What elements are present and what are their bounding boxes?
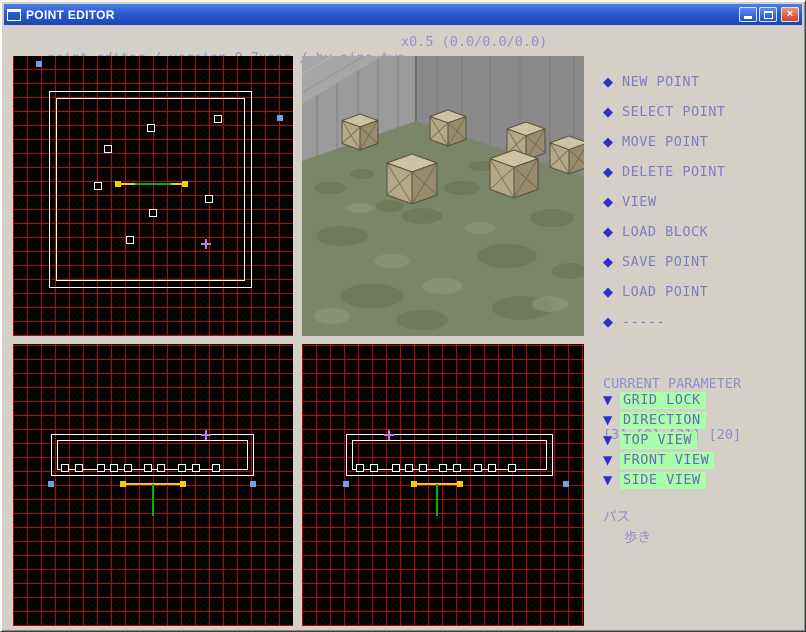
- 3d-view-canvas: [302, 56, 584, 336]
- menu-item-load-point[interactable]: ◆LOAD POINT: [603, 277, 726, 307]
- menu-item-delete-point[interactable]: ◆DELETE POINT: [603, 157, 726, 187]
- menu-item-label: VIEW: [622, 194, 657, 210]
- toggle-direction[interactable]: ▼DIRECTION: [603, 410, 714, 430]
- menu-item-label: DELETE POINT: [622, 164, 726, 180]
- window-controls: ×: [739, 7, 799, 22]
- diamond-icon: ◆: [603, 225, 622, 240]
- menu-item-label: SAVE POINT: [622, 254, 708, 270]
- menu-item-label: -----: [622, 314, 665, 330]
- titlebar[interactable]: POINT EDITOR ×: [4, 4, 802, 25]
- diamond-icon: ◆: [603, 135, 622, 150]
- close-button[interactable]: ×: [781, 7, 799, 22]
- menu-item-separator[interactable]: ◆-----: [603, 307, 726, 337]
- window-title: POINT EDITOR: [26, 8, 739, 22]
- menu-item-move-point[interactable]: ◆MOVE POINT: [603, 127, 726, 157]
- diamond-icon: ◆: [603, 285, 622, 300]
- camera-status-text: x0.5 (0.0/0.0/0.0): [401, 34, 547, 50]
- triangle-down-icon: ▼: [603, 473, 620, 487]
- toggle-top-view[interactable]: ▼TOP VIEW: [603, 430, 714, 450]
- side-view-canvas: [302, 344, 584, 626]
- menu-item-label: MOVE POINT: [622, 134, 708, 150]
- toggle-label: DIRECTION: [620, 412, 706, 429]
- side-view-panel[interactable]: [302, 344, 584, 626]
- toggle-label: GRID LOCK: [620, 392, 706, 409]
- menu-item-label: LOAD POINT: [622, 284, 708, 300]
- menu-item-view[interactable]: ◆VIEW: [603, 187, 726, 217]
- window-icon: [7, 9, 21, 21]
- top-view-canvas: [13, 56, 293, 336]
- toggle-label: SIDE VIEW: [620, 472, 706, 489]
- walk-label: 歩き: [603, 528, 651, 549]
- front-view-panel[interactable]: [13, 344, 293, 626]
- triangle-down-icon: ▼: [603, 453, 620, 467]
- triangle-down-icon: ▼: [603, 433, 620, 447]
- diamond-icon: ◆: [603, 255, 622, 270]
- path-info: パス 歩き: [603, 507, 651, 549]
- menu-item-load-block[interactable]: ◆LOAD BLOCK: [603, 217, 726, 247]
- menu-item-label: SELECT POINT: [622, 104, 726, 120]
- diamond-icon: ◆: [603, 75, 622, 90]
- front-view-canvas: [13, 344, 293, 626]
- maximize-button[interactable]: [759, 7, 777, 22]
- triangle-down-icon: ▼: [603, 393, 620, 407]
- diamond-icon: ◆: [603, 105, 622, 120]
- diamond-icon: ◆: [603, 315, 622, 330]
- menu-item-label: NEW POINT: [622, 74, 700, 90]
- menu: ◆NEW POINT◆SELECT POINT◆MOVE POINT◆DELET…: [603, 67, 726, 337]
- minimize-icon: [744, 16, 752, 19]
- toggle-label: FRONT VIEW: [620, 452, 714, 469]
- toggle-list: ▼GRID LOCK▼DIRECTION▼TOP VIEW▼FRONT VIEW…: [603, 390, 714, 490]
- toggle-label: TOP VIEW: [620, 432, 697, 449]
- diamond-icon: ◆: [603, 195, 622, 210]
- minimize-button[interactable]: [739, 7, 757, 22]
- diamond-icon: ◆: [603, 165, 622, 180]
- toggle-grid-lock[interactable]: ▼GRID LOCK: [603, 390, 714, 410]
- point-editor-window: POINT EDITOR × point editor / version 0.…: [0, 0, 806, 632]
- toggle-side-view[interactable]: ▼SIDE VIEW: [603, 470, 714, 490]
- menu-item-label: LOAD BLOCK: [622, 224, 708, 240]
- menu-item-save-point[interactable]: ◆SAVE POINT: [603, 247, 726, 277]
- maximize-icon: [764, 11, 773, 19]
- top-view-panel[interactable]: [13, 56, 293, 336]
- menu-item-select-point[interactable]: ◆SELECT POINT: [603, 97, 726, 127]
- path-label: パス: [603, 507, 651, 528]
- toggle-front-view[interactable]: ▼FRONT VIEW: [603, 450, 714, 470]
- 3d-view-panel[interactable]: [302, 56, 584, 336]
- menu-item-new-point[interactable]: ◆NEW POINT: [603, 67, 726, 97]
- triangle-down-icon: ▼: [603, 413, 620, 427]
